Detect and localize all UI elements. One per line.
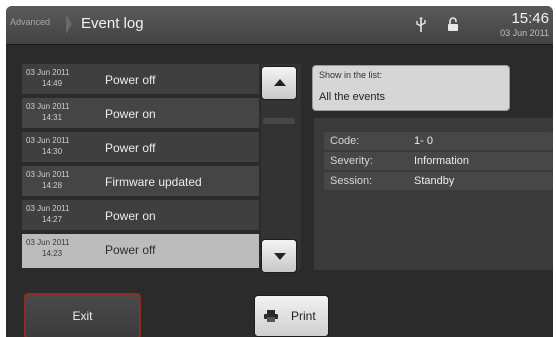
scroll-thumb[interactable] <box>263 118 295 124</box>
print-button[interactable]: Print <box>254 295 329 337</box>
code-value: 1- 0 <box>414 135 433 147</box>
arrow-down-icon <box>274 253 286 260</box>
event-time: 14:30 <box>42 147 63 156</box>
breadcrumb-separator <box>66 14 72 34</box>
event-row[interactable]: 03 Jun 2011 14:28 Firmware updated <box>22 166 259 198</box>
detail-row-code: Code: 1- 0 <box>324 132 553 150</box>
event-label: Power off <box>105 141 156 155</box>
breadcrumb-advanced[interactable]: Advanced <box>10 17 50 27</box>
event-time: 14:28 <box>42 181 63 190</box>
detail-row-session: Session: Standby <box>324 172 553 190</box>
event-time: 14:49 <box>42 79 63 88</box>
code-label: Code: <box>330 135 360 147</box>
event-list: 03 Jun 2011 14:49 Power off 03 Jun 2011 … <box>22 64 259 270</box>
event-date: 03 Jun 2011 <box>26 136 70 145</box>
event-row[interactable]: 03 Jun 2011 14:49 Power off <box>22 64 259 96</box>
event-details-panel: Code: 1- 0 Severity: Information Session… <box>314 118 553 270</box>
filter-value: All the events <box>319 91 386 103</box>
lock-icon <box>448 17 458 31</box>
event-label: Firmware updated <box>105 175 202 189</box>
header-bar: Advanced Event log 15:46 03 Jun 2011 <box>6 6 553 45</box>
arrow-up-icon <box>274 79 286 86</box>
event-row-selected[interactable]: 03 Jun 2011 14:23 Power off <box>22 234 259 270</box>
event-date: 03 Jun 2011 <box>26 238 70 247</box>
event-label: Power on <box>105 107 156 121</box>
scroll-down-button[interactable] <box>261 239 297 273</box>
event-row[interactable]: 03 Jun 2011 14:27 Power on <box>22 200 259 232</box>
page-title: Event log <box>81 15 144 32</box>
event-date: 03 Jun 2011 <box>26 102 70 111</box>
session-value: Standby <box>414 175 455 187</box>
print-label: Print <box>291 309 316 323</box>
event-date: 03 Jun 2011 <box>26 170 70 179</box>
event-row[interactable]: 03 Jun 2011 14:30 Power off <box>22 132 259 164</box>
event-row[interactable]: 03 Jun 2011 14:31 Power on <box>22 98 259 130</box>
printer-icon <box>264 310 278 322</box>
event-time: 14:31 <box>42 113 63 122</box>
event-time: 14:23 <box>42 249 63 258</box>
scroll-up-button[interactable] <box>261 66 297 100</box>
detail-row-severity: Severity: Information <box>324 152 553 170</box>
event-label: Power off <box>105 243 156 257</box>
event-date: 03 Jun 2011 <box>26 68 70 77</box>
usb-icon <box>416 17 426 32</box>
clock-time: 15:46 <box>511 10 549 27</box>
event-label: Power off <box>105 73 156 87</box>
exit-label: Exit <box>72 309 93 323</box>
event-log-screen: Advanced Event log 15:46 03 Jun 2011 03 … <box>6 6 553 337</box>
exit-button[interactable]: Exit <box>24 293 141 337</box>
severity-label: Severity: <box>330 155 373 167</box>
severity-value: Information <box>414 155 470 167</box>
event-date: 03 Jun 2011 <box>26 204 70 213</box>
event-time: 14:27 <box>42 215 63 224</box>
event-label: Power on <box>105 209 156 223</box>
filter-select[interactable]: Show in the list: All the events <box>312 65 510 111</box>
session-label: Session: <box>330 175 373 187</box>
filter-label: Show in the list: <box>319 70 383 80</box>
clock-date: 03 Jun 2011 <box>500 28 549 38</box>
